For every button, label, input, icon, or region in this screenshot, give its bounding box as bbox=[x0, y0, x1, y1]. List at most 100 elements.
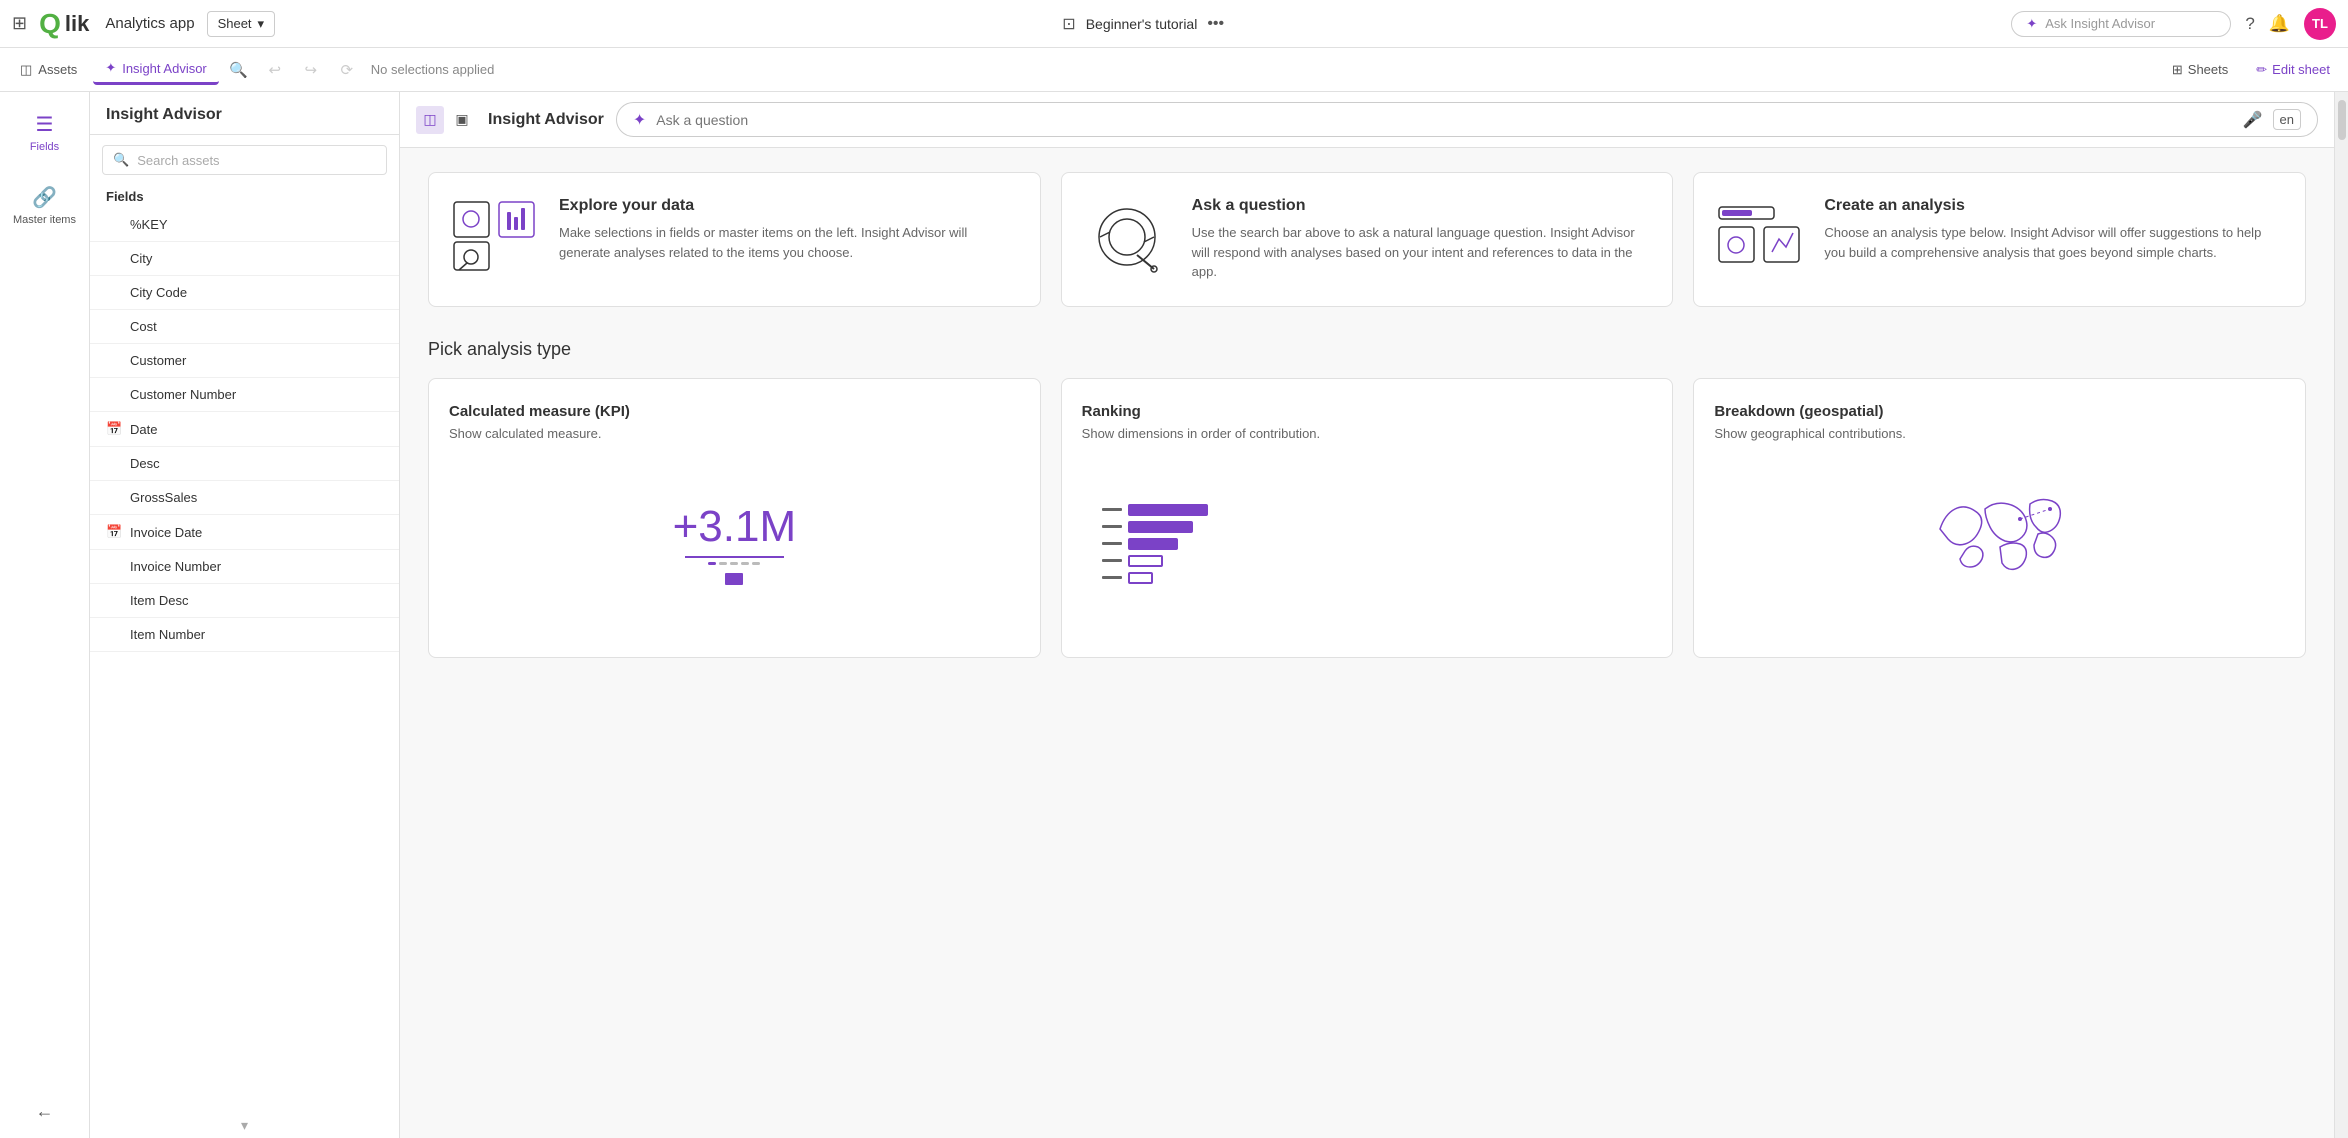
assets-label: Assets bbox=[38, 62, 77, 77]
edit-sheet-button[interactable]: ✏ Edit sheet bbox=[2246, 57, 2340, 83]
rank-bar-outline bbox=[1128, 555, 1163, 567]
kpi-dots bbox=[673, 562, 797, 565]
field-item[interactable]: City bbox=[90, 242, 399, 276]
create-icon bbox=[1714, 197, 1804, 280]
sheet-dropdown[interactable]: Sheet ▾ bbox=[207, 11, 276, 37]
assets-icon: ◫ bbox=[20, 62, 32, 78]
field-label: %KEY bbox=[130, 217, 168, 232]
scroll-indicator: ▾ bbox=[90, 1113, 399, 1138]
search-icon: 🔍 bbox=[113, 152, 129, 168]
field-item[interactable]: 📅 Date bbox=[90, 412, 399, 447]
refresh-icon-btn[interactable]: ⟳ bbox=[331, 54, 363, 86]
undo-icon-btn[interactable]: ↩ bbox=[259, 54, 291, 86]
explore-card-body: Explore your data Make selections in fie… bbox=[559, 197, 1020, 262]
create-card-body: Create an analysis Choose an analysis ty… bbox=[1824, 197, 2285, 262]
field-label: Customer bbox=[130, 353, 186, 368]
field-label: Invoice Date bbox=[130, 525, 202, 540]
ia-panel-toggle: ◫ ▣ bbox=[416, 106, 476, 134]
field-item[interactable]: GrossSales bbox=[90, 481, 399, 515]
kpi-dot bbox=[741, 562, 749, 565]
intro-cards-row: Explore your data Make selections in fie… bbox=[428, 172, 2306, 307]
language-selector[interactable]: en bbox=[2273, 109, 2301, 130]
star-icon: ✦ bbox=[2026, 16, 2037, 32]
analysis-cards-row: Calculated measure (KPI) Show calculated… bbox=[428, 378, 2306, 658]
calendar-icon: 📅 bbox=[106, 524, 122, 540]
calendar-icon: 📅 bbox=[106, 421, 122, 437]
kpi-dot bbox=[752, 562, 760, 565]
insight-advisor-search[interactable]: ✦ Ask Insight Advisor bbox=[2011, 11, 2231, 37]
rank-bar bbox=[1128, 521, 1193, 533]
analysis-section: Pick analysis type Calculated measure (K… bbox=[428, 339, 2306, 658]
rank-row bbox=[1102, 555, 1633, 567]
grid-icon[interactable]: ⊞ bbox=[12, 13, 27, 34]
rank-row bbox=[1102, 504, 1633, 516]
rank-line bbox=[1102, 576, 1122, 579]
insight-fields-panel: Insight Advisor 🔍 Search assets Fields %… bbox=[90, 92, 400, 1138]
logo-q: Q bbox=[39, 10, 61, 38]
microphone-icon[interactable]: 🎤 bbox=[2243, 110, 2263, 130]
toolbar: ◫ Assets ✦ Insight Advisor 🔍 ↩ ↪ ⟳ No se… bbox=[0, 48, 2348, 92]
assets-button[interactable]: ◫ Assets bbox=[8, 56, 89, 84]
left-panel: ☰ Fields 🔗 Master items ← bbox=[0, 92, 90, 1138]
field-item[interactable]: 📅 Invoice Date bbox=[90, 515, 399, 550]
search-assets-input[interactable]: 🔍 Search assets bbox=[102, 145, 387, 175]
refresh-icon: ⟳ bbox=[340, 61, 353, 79]
search-icon-btn[interactable]: 🔍 bbox=[223, 54, 255, 86]
field-item[interactable]: Item Number bbox=[90, 618, 399, 652]
field-item[interactable]: Desc bbox=[90, 447, 399, 481]
field-item[interactable]: City Code bbox=[90, 276, 399, 310]
redo-icon-btn[interactable]: ↪ bbox=[295, 54, 327, 86]
right-scrollbar[interactable] bbox=[2334, 92, 2348, 1138]
insight-search-placeholder: Ask Insight Advisor bbox=[2045, 16, 2155, 31]
more-icon[interactable]: ••• bbox=[1207, 15, 1224, 33]
collapse-button[interactable]: ← bbox=[36, 1101, 54, 1138]
insight-icon: ✦ bbox=[105, 60, 116, 76]
field-label: Item Number bbox=[130, 627, 205, 642]
explore-card: Explore your data Make selections in fie… bbox=[428, 172, 1041, 307]
ranking-visual bbox=[1082, 455, 1653, 633]
geo-visual bbox=[1714, 455, 2285, 633]
insight-advisor-button[interactable]: ✦ Insight Advisor bbox=[93, 54, 218, 85]
panel-toggle-side[interactable]: ◫ bbox=[416, 106, 444, 134]
kpi-card-title: Calculated measure (KPI) bbox=[449, 403, 1020, 420]
ia-question-search[interactable]: ✦ 🎤 en bbox=[616, 102, 2318, 137]
sidebar-item-master-items[interactable]: 🔗 Master items bbox=[5, 177, 84, 234]
redo-icon: ↪ bbox=[304, 61, 317, 79]
ia-question-input[interactable] bbox=[656, 112, 2232, 128]
field-item[interactable]: Customer Number bbox=[90, 378, 399, 412]
field-item[interactable]: Item Desc bbox=[90, 584, 399, 618]
tutorial-label[interactable]: Beginner's tutorial bbox=[1086, 16, 1198, 32]
rank-bar bbox=[1128, 538, 1178, 550]
search-placeholder: Search assets bbox=[137, 153, 219, 168]
sidebar-item-fields[interactable]: ☰ Fields bbox=[22, 104, 67, 161]
tutorial-icon: ⊡ bbox=[1062, 14, 1075, 34]
help-icon[interactable]: ? bbox=[2245, 14, 2254, 34]
top-navbar: ⊞ Qlik Analytics app Sheet ▾ ⊡ Beginner'… bbox=[0, 0, 2348, 48]
sheets-grid-icon: ⊞ bbox=[2172, 62, 2183, 78]
avatar[interactable]: TL bbox=[2304, 8, 2336, 40]
kpi-bar bbox=[725, 573, 743, 585]
world-map-icon bbox=[1920, 479, 2080, 609]
undo-icon: ↩ bbox=[268, 61, 281, 79]
kpi-card[interactable]: Calculated measure (KPI) Show calculated… bbox=[428, 378, 1041, 658]
rank-row bbox=[1102, 521, 1633, 533]
field-label: Date bbox=[130, 422, 157, 437]
search-icon: 🔍 bbox=[229, 61, 248, 79]
ranking-card[interactable]: Ranking Show dimensions in order of cont… bbox=[1061, 378, 1674, 658]
insight-panel-header: Insight Advisor bbox=[90, 92, 399, 135]
geospatial-card[interactable]: Breakdown (geospatial) Show geographical… bbox=[1693, 378, 2306, 658]
fields-label: Fields bbox=[30, 141, 59, 153]
logo: Qlik bbox=[39, 10, 89, 38]
ask-card-title: Ask a question bbox=[1192, 197, 1653, 215]
scroll-down-icon: ▾ bbox=[241, 1117, 248, 1134]
bell-icon[interactable]: 🔔 bbox=[2269, 14, 2290, 34]
field-item[interactable]: Invoice Number bbox=[90, 550, 399, 584]
panel-toggle-full[interactable]: ▣ bbox=[448, 106, 476, 134]
analysis-section-title: Pick analysis type bbox=[428, 339, 2306, 360]
sheets-button[interactable]: ⊞ Sheets bbox=[2162, 57, 2238, 83]
field-item[interactable]: %KEY bbox=[90, 208, 399, 242]
content-area: ◫ ▣ Insight Advisor ✦ 🎤 en bbox=[400, 92, 2334, 1138]
field-item[interactable]: Customer bbox=[90, 344, 399, 378]
field-item[interactable]: Cost bbox=[90, 310, 399, 344]
sheets-label: Sheets bbox=[2188, 62, 2228, 77]
